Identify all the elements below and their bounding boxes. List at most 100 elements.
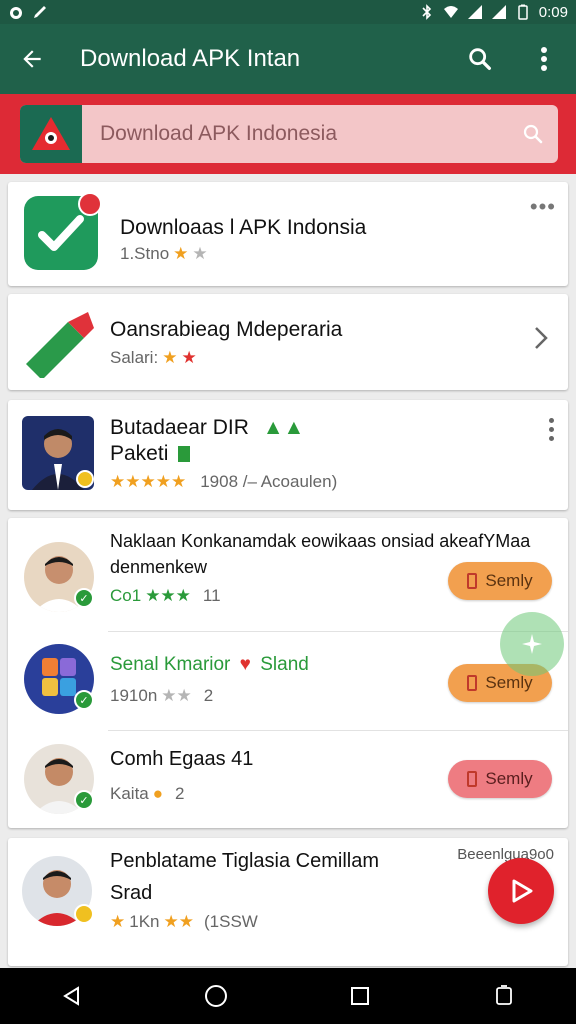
group-icon: ▲▲: [262, 416, 305, 439]
item-name-text: Senal Kmarior: [110, 654, 231, 675]
item-rating: Kaita ● 2: [110, 784, 185, 804]
battery-icon: [518, 4, 528, 20]
back-arrow-icon: [23, 50, 41, 68]
star-icon: ★: [173, 244, 189, 263]
screenshot-icon: [496, 985, 512, 1005]
card-rating: 1.Stno ★ ★: [120, 244, 208, 264]
star-icon: ★: [181, 348, 197, 367]
home-icon: [205, 985, 227, 1007]
search-bar[interactable]: Download APK Indonesia: [20, 105, 558, 163]
card-subtitle: Srad: [110, 882, 153, 904]
star-icon: ★★: [161, 686, 192, 705]
search-icon: [469, 48, 491, 70]
verified-icon: ✓: [74, 790, 94, 810]
item-name: Senal Kmarior ♥ Sland: [110, 654, 309, 676]
app-card[interactable]: Downloaas l APK Indonsia 1.Stno ★ ★ •••: [8, 182, 568, 286]
badge-icon: [76, 470, 94, 488]
emoji-icon: ●: [152, 784, 164, 803]
button-label: Semly: [485, 673, 533, 692]
card-rating: ★★★★★ 1908 /– Acoaulen): [110, 472, 337, 492]
item-name: Comh Egaas 41: [110, 748, 254, 770]
install-button[interactable]: Semly: [448, 562, 552, 600]
rating-text: 1.Stno: [120, 244, 170, 263]
verified-icon: ✓: [74, 588, 94, 608]
recommendation-card: Naklaan Konkanamdak eowikaas onsiad akea…: [8, 518, 568, 828]
button-label: Semly: [485, 769, 533, 788]
rating-text: Salari:: [110, 348, 159, 367]
app-bar: Download APK Intan: [0, 24, 576, 94]
back-triangle-icon: [63, 986, 79, 1006]
search-input[interactable]: Download APK Indonesia: [82, 122, 508, 146]
signal-icon-2: [491, 5, 506, 19]
overflow-menu-button[interactable]: [512, 24, 576, 94]
signal-icon: [467, 5, 482, 19]
divider: [108, 631, 568, 632]
install-button[interactable]: Semly: [448, 760, 552, 798]
more-vert-icon[interactable]: [549, 418, 554, 441]
triangle-logo-icon: [32, 117, 70, 150]
star-icon: ★: [192, 244, 208, 263]
nav-screenshot-button[interactable]: [474, 968, 534, 1024]
app-card[interactable]: Oansrabieag Mdeperaria Salari: ★ ★: [8, 294, 568, 390]
nav-back-button[interactable]: [42, 968, 102, 1024]
search-button[interactable]: [448, 24, 512, 94]
star-icon: ★★: [163, 912, 194, 931]
status-bar: 0:09: [0, 0, 576, 24]
rating-count: 2: [203, 686, 214, 705]
star-icon: ★: [110, 912, 126, 931]
download-icon: [467, 771, 478, 787]
card-title: Downloaas l APK Indonsia: [120, 216, 367, 239]
play-fab-button[interactable]: [488, 858, 554, 924]
badge-icon: [78, 192, 102, 216]
card-title: Butadaear DIR ▲▲: [110, 416, 304, 440]
wifi-icon: [443, 6, 458, 18]
nav-home-button[interactable]: [186, 968, 246, 1024]
rating-text: Co1: [110, 586, 142, 605]
title-line-2: Paketi: [110, 442, 169, 465]
app-card[interactable]: Penblatame Tiglasia Cemillam Srad Beeenl…: [8, 838, 568, 966]
star-icon: ★★★: [145, 586, 191, 605]
card-title: Oansrabieag Mdeperaria: [110, 318, 343, 341]
sparkle-icon: [522, 634, 542, 654]
item-name-suffix: Sland: [260, 654, 309, 675]
divider: [108, 730, 568, 731]
more-horiz-icon[interactable]: •••: [530, 194, 556, 220]
app-icon: [24, 192, 102, 270]
system-nav-bar: [0, 968, 576, 1024]
item-rating: 1910n ★★ 2: [110, 686, 213, 706]
status-time: 0:09: [538, 3, 568, 21]
download-icon: [467, 675, 478, 691]
search-submit[interactable]: [508, 122, 558, 146]
card-title: Penblatame Tiglasia Cemillam: [110, 850, 380, 872]
rating-text: Kaita: [110, 784, 149, 803]
back-button[interactable]: [0, 24, 64, 94]
page-title: Download APK Intan: [80, 45, 301, 72]
app-logo: [20, 105, 82, 163]
edit-notification-icon: [34, 6, 46, 18]
star-icon: ★★★★★: [110, 472, 187, 491]
download-icon: [467, 573, 478, 589]
rating-text: 1908 /– Acoaulen): [200, 472, 338, 491]
rating-count: 2: [175, 784, 185, 803]
more-vert-icon: [541, 47, 547, 71]
recents-icon: [351, 987, 369, 1005]
checkmark-icon: [38, 215, 84, 251]
card-subtitle: Paketi: [110, 442, 191, 466]
floating-shortcut-button[interactable]: [500, 612, 564, 676]
app-card[interactable]: Butadaear DIR ▲▲ Paketi ★★★★★ 1908 /– Ac…: [8, 400, 568, 510]
verified-icon: ✓: [74, 690, 94, 710]
search-icon: [523, 124, 543, 144]
flag-icon: [178, 446, 191, 463]
emoji-badge-icon: [74, 904, 94, 924]
app-icon: [22, 308, 98, 380]
app-notification-icon: [10, 7, 22, 19]
search-banner: Download APK Indonesia: [0, 94, 576, 174]
button-label: Semly: [485, 571, 533, 590]
ribbon-icon: [26, 312, 94, 380]
nav-recents-button[interactable]: [330, 968, 390, 1024]
item-rating: Co1 ★★★ 11: [110, 586, 221, 606]
rating-count: (1SSW: [203, 912, 258, 931]
chevron-right-icon[interactable]: [534, 326, 548, 355]
rating-text: 1910n: [110, 686, 158, 705]
card-rating: ★ 1Kn ★★ (1SSW: [110, 912, 258, 932]
